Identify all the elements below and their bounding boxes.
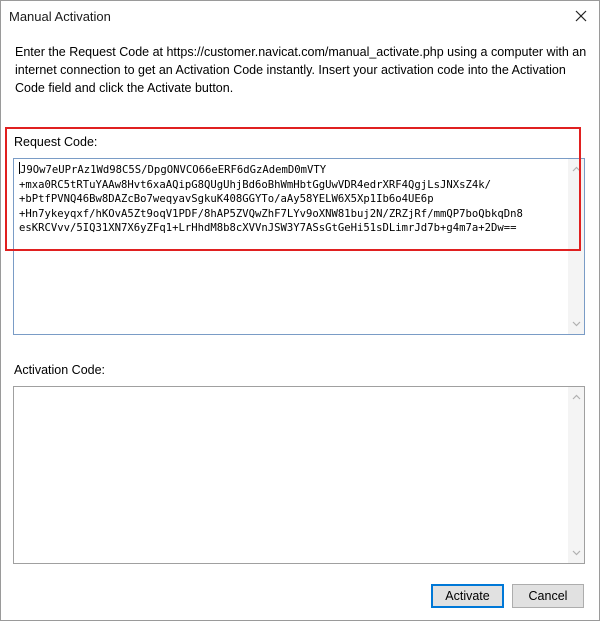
request-code-scrollbar[interactable]	[568, 159, 584, 334]
request-code-label: Request Code:	[14, 135, 98, 149]
request-code-line: +mxa0RC5tRTuYAAw8Hvt6xaAQipG8QUgUhjBd6oB…	[19, 178, 491, 191]
request-code-field[interactable]: J9Ow7eUPrAz1Wd98C5S/DpgONVCO66eERF6dGzAd…	[13, 158, 585, 335]
scroll-down-button[interactable]	[568, 316, 584, 332]
chevron-down-icon	[572, 321, 580, 327]
activate-button[interactable]: Activate	[431, 584, 504, 608]
instructions-text: Enter the Request Code at https://custom…	[15, 45, 587, 95]
chevron-up-icon	[572, 394, 580, 400]
chevron-up-icon	[572, 166, 580, 172]
close-button[interactable]	[571, 6, 591, 26]
chevron-down-icon	[572, 550, 580, 556]
scroll-up-button[interactable]	[568, 161, 584, 177]
request-code-line: +Hn7ykeyqxf/hKOvA5Zt9oqV1PDF/8hAP5ZVQwZh…	[19, 207, 523, 220]
request-code-line: J9Ow7eUPrAz1Wd98C5S/DpgONVCO66eERF6dGzAd…	[20, 164, 327, 176]
close-icon	[575, 10, 587, 22]
activation-code-label: Activation Code:	[14, 363, 106, 377]
cancel-button[interactable]: Cancel	[512, 584, 584, 608]
window-title: Manual Activation	[9, 9, 111, 24]
request-code-line: esKRCVvv/5IQ31XN7X6yZFq1+LrHhdM8b8cXVVnJ…	[19, 222, 517, 234]
scroll-up-button[interactable]	[568, 389, 584, 405]
request-code-line: +bPtfPVNQ46Bw8DAZcBo7weqyavSgkuK408GGYTo…	[19, 193, 434, 205]
activation-code-scrollbar[interactable]	[568, 387, 584, 563]
request-code-text: J9Ow7eUPrAz1Wd98C5S/DpgONVCO66eERF6dGzAd…	[19, 162, 567, 236]
title-bar: Manual Activation	[1, 1, 599, 31]
activation-code-field[interactable]	[13, 386, 585, 564]
scroll-down-button[interactable]	[568, 545, 584, 561]
manual-activation-dialog: Manual Activation Enter the Request Code…	[0, 0, 600, 621]
